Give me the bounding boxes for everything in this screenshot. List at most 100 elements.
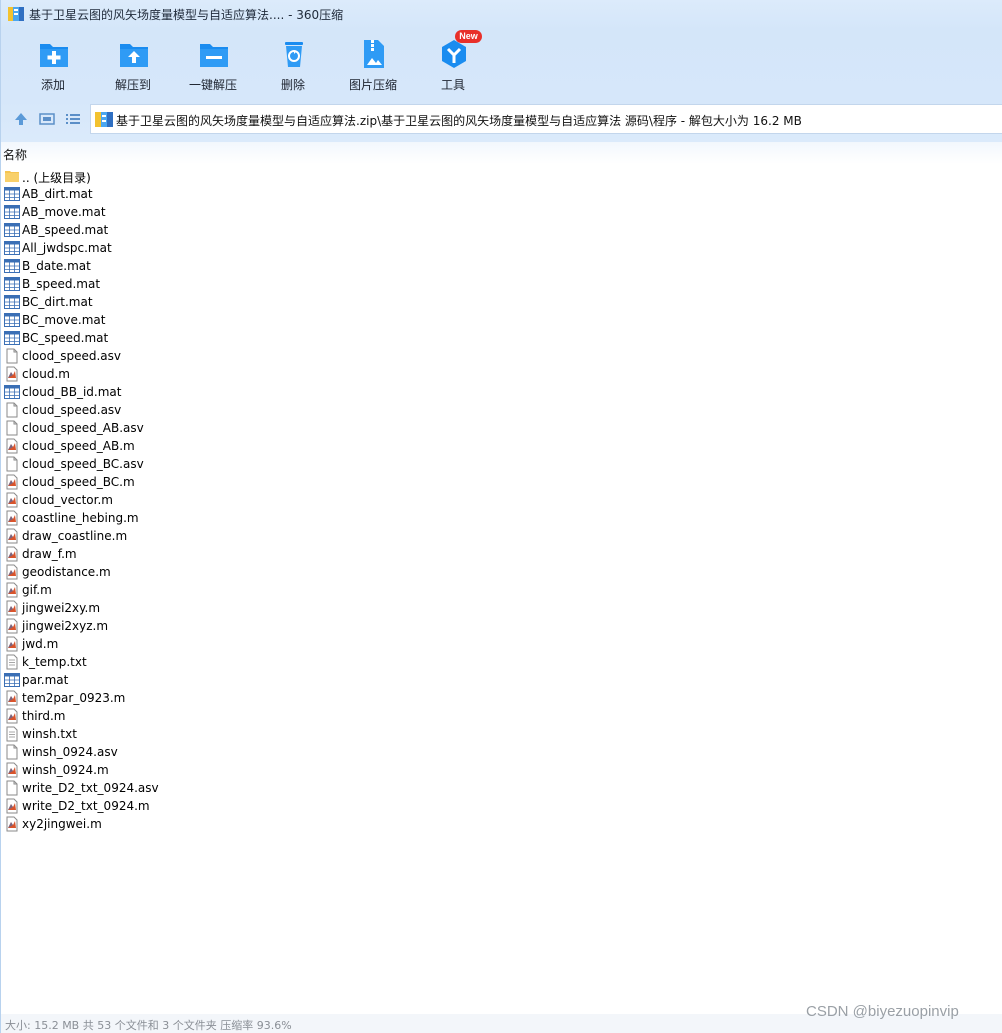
file-row[interactable]: draw_coastline.m	[1, 527, 381, 545]
watermark: CSDN @biyezuopinvip	[806, 1003, 959, 1020]
file-icon	[4, 744, 20, 760]
matlab-file-icon	[4, 528, 20, 544]
one-click-extract-button[interactable]: 一键解压	[173, 38, 253, 96]
window-title: 基于卫星云图的风矢场度量模型与自适应算法.... - 360压缩	[29, 8, 344, 22]
mat-file-icon	[4, 258, 20, 274]
mat-file-icon	[4, 312, 20, 328]
file-name: draw_f.m	[22, 547, 77, 561]
file-row[interactable]: draw_f.m	[1, 545, 381, 563]
file-row[interactable]: jwd.m	[1, 635, 381, 653]
delete-button[interactable]: 删除	[253, 38, 333, 96]
mat-file-icon	[4, 240, 20, 256]
file-row[interactable]: cloud_BB_id.mat	[1, 383, 381, 401]
file-name: write_D2_txt_0924.asv	[22, 781, 159, 795]
file-name: cloud_speed_BC.asv	[22, 457, 144, 471]
image-compress-label: 图片压缩	[348, 78, 397, 92]
file-row[interactable]: geodistance.m	[1, 563, 381, 581]
file-row[interactable]: write_D2_txt_0924.asv	[1, 779, 381, 797]
file-row[interactable]: BC_dirt.mat	[1, 293, 381, 311]
file-row[interactable]: cloud_speed_BC.asv	[1, 455, 381, 473]
file-name: BC_dirt.mat	[22, 295, 93, 309]
file-name: BC_move.mat	[22, 313, 106, 327]
file-name: winsh.txt	[22, 727, 77, 741]
folder-icon	[4, 168, 20, 184]
file-row[interactable]: winsh_0924.m	[1, 761, 381, 779]
file-row[interactable]: cloud.m	[1, 365, 381, 383]
file-icon	[4, 348, 20, 364]
address-bar[interactable]: 基于卫星云图的风矢场度量模型与自适应算法.zip\基于卫星云图的风矢场度量模型与…	[90, 104, 1002, 134]
text-file-icon	[4, 726, 20, 742]
file-row[interactable]: tem2par_0923.m	[1, 689, 381, 707]
file-name: jwd.m	[22, 637, 59, 651]
file-row[interactable]: third.m	[1, 707, 381, 725]
one-click-extract-icon	[200, 44, 228, 67]
window-chrome: 基于卫星云图的风矢场度量模型与自适应算法.... - 360压缩 添加 解压到	[0, 0, 1002, 142]
up-arrow-icon[interactable]	[13, 111, 29, 127]
matlab-file-icon	[4, 474, 20, 490]
mat-file-icon	[4, 330, 20, 346]
file-name: All_jwdspc.mat	[22, 241, 112, 255]
matlab-file-icon	[4, 708, 20, 724]
toolbar: 添加 解压到 一键解压 删除 图片压缩 工具	[1, 28, 1002, 98]
image-compress-button[interactable]: 图片压缩	[333, 38, 413, 96]
file-name: gif.m	[22, 583, 52, 597]
file-name: cloud_BB_id.mat	[22, 385, 122, 399]
file-icon	[4, 780, 20, 796]
file-row[interactable]: BC_move.mat	[1, 311, 381, 329]
file-name: BC_speed.mat	[22, 331, 109, 345]
name-column-header[interactable]: 名称	[3, 146, 27, 163]
file-name: AB_move.mat	[22, 205, 106, 219]
archive-icon	[95, 112, 113, 127]
file-row[interactable]: BC_speed.mat	[1, 329, 381, 347]
file-row[interactable]: write_D2_txt_0924.m	[1, 797, 381, 815]
file-name: cloud_speed.asv	[22, 403, 122, 417]
file-row[interactable]: cloud_speed.asv	[1, 401, 381, 419]
add-button[interactable]: 添加	[13, 38, 93, 96]
file-row[interactable]: xy2jingwei.m	[1, 815, 381, 833]
file-row[interactable]: winsh.txt	[1, 725, 381, 743]
extract-to-label: 解压到	[114, 78, 151, 92]
matlab-file-icon	[4, 546, 20, 562]
file-name: cloud_speed_AB.m	[22, 439, 135, 453]
file-row[interactable]: cloud_vector.m	[1, 491, 381, 509]
column-header[interactable]: 名称	[0, 142, 1002, 164]
file-row[interactable]: jingwei2xy.m	[1, 599, 381, 617]
file-row[interactable]: AB_move.mat	[1, 203, 381, 221]
file-row[interactable]: cloud_speed_AB.m	[1, 437, 381, 455]
file-row[interactable]: All_jwdspc.mat	[1, 239, 381, 257]
matlab-file-icon	[4, 600, 20, 616]
file-name: clood_speed.asv	[22, 349, 122, 363]
file-row[interactable]: winsh_0924.asv	[1, 743, 381, 761]
file-row[interactable]: B_date.mat	[1, 257, 381, 275]
file-row[interactable]: cloud_speed_AB.asv	[1, 419, 381, 437]
file-row[interactable]: cloud_speed_BC.m	[1, 473, 381, 491]
list-view-icon[interactable]	[65, 111, 81, 127]
parent-directory-row[interactable]: .. (上级目录)	[1, 167, 381, 185]
file-row[interactable]: AB_dirt.mat	[1, 185, 381, 203]
matlab-file-icon	[4, 582, 20, 598]
file-row[interactable]: clood_speed.asv	[1, 347, 381, 365]
address-path: 基于卫星云图的风矢场度量模型与自适应算法.zip\基于卫星云图的风矢场度量模型与…	[116, 114, 802, 128]
add-label: 添加	[40, 78, 65, 92]
title-bar: 基于卫星云图的风矢场度量模型与自适应算法.... - 360压缩	[1, 0, 1002, 28]
file-row[interactable]: gif.m	[1, 581, 381, 599]
matlab-file-icon	[4, 798, 20, 814]
file-row[interactable]: jingwei2xyz.m	[1, 617, 381, 635]
file-name: par.mat	[22, 673, 69, 687]
file-name: winsh_0924.m	[22, 763, 109, 777]
file-name: jingwei2xy.m	[22, 601, 101, 615]
extract-to-button[interactable]: 解压到	[93, 38, 173, 96]
file-row[interactable]: B_speed.mat	[1, 275, 381, 293]
file-name: k_temp.txt	[22, 655, 87, 669]
tools-button[interactable]: 工具	[413, 38, 493, 96]
file-name: draw_coastline.m	[22, 529, 128, 543]
file-row[interactable]: k_temp.txt	[1, 653, 381, 671]
file-name: jingwei2xyz.m	[22, 619, 109, 633]
file-row[interactable]: AB_speed.mat	[1, 221, 381, 239]
thumbnail-view-icon[interactable]	[39, 111, 55, 127]
mat-file-icon	[4, 672, 20, 688]
file-row[interactable]: coastline_hebing.m	[1, 509, 381, 527]
mat-file-icon	[4, 276, 20, 292]
file-list: .. (上级目录) AB_dirt.mat AB_move.mat AB_speed.…	[1, 167, 401, 833]
file-row[interactable]: par.mat	[1, 671, 381, 689]
